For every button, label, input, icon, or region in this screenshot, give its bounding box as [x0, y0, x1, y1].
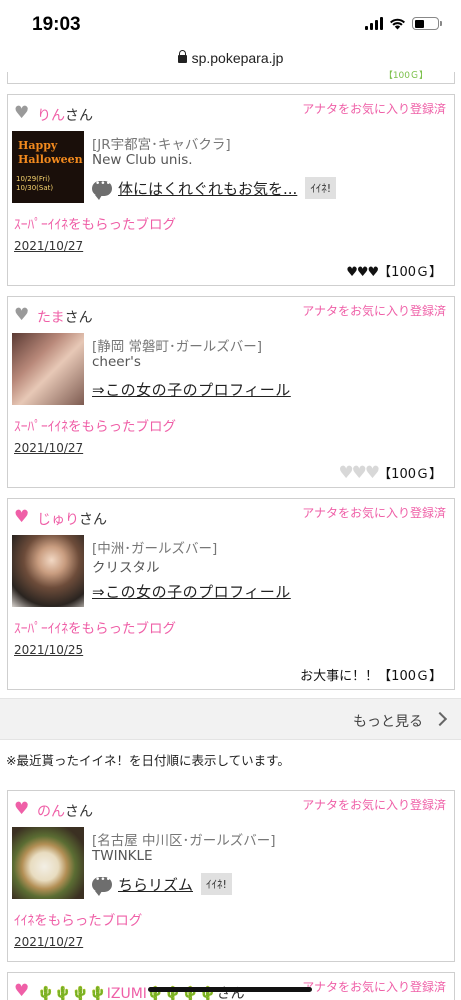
heart-icon: ♥: [14, 103, 30, 123]
blog-date[interactable]: 2021/10/27: [14, 441, 454, 459]
blog-date[interactable]: 2021/10/27: [14, 239, 454, 257]
store-area: [名古屋 中川区･ガールズバー]: [92, 833, 276, 849]
profile-link[interactable]: ⇒この女の子のプロフィール: [92, 379, 291, 400]
card-body: [静岡 常磐町･ガールズバー] cheer's ⇒この女の子のプロフィール: [8, 329, 454, 409]
battery-icon: [412, 17, 442, 30]
blog-link[interactable]: ｽｰﾊﾟｰｲｲﾈをもらったブログ: [14, 213, 454, 233]
action-line: ⇒この女の子のプロフィール: [92, 581, 291, 602]
more-button[interactable]: もっと見る: [0, 698, 461, 740]
store-area: [中洲･ガールズバー]: [92, 541, 218, 557]
blog-link[interactable]: ｽｰﾊﾟｰｲｲﾈをもらったブログ: [14, 617, 454, 637]
card-body: [名古屋 中川区･ガールズバー] TWINKLE ちらリズム ｲｲﾈ!: [8, 823, 454, 903]
footer-reward: ♥♥♥【100Ｇ】: [346, 261, 442, 280]
more-label[interactable]: もっと見る: [353, 711, 423, 731]
user-name[interactable]: りん: [37, 108, 65, 124]
card-header: ♥ りんさん アナタをお気に入り登録済: [8, 95, 454, 127]
cut-badge: 【100Ｇ】: [383, 71, 428, 81]
store-name: New Club unis.: [92, 152, 193, 168]
comment-link[interactable]: ちらリズム: [118, 874, 193, 895]
fav-status: アナタをお気に入り登録済: [302, 798, 446, 812]
user-link[interactable]: じゅりさん: [37, 509, 107, 529]
card-body: [中洲･ガールズバー] クリスタル ⇒この女の子のプロフィール: [8, 531, 454, 611]
user-name[interactable]: じゅり: [37, 512, 79, 528]
hearts-rating: ♥♥♥: [338, 463, 380, 483]
user-name[interactable]: たま: [37, 310, 65, 326]
user-suffix: さん: [64, 310, 93, 326]
card-header: ♥ たまさん アナタをお気に入り登録済: [8, 297, 454, 329]
user-name[interactable]: IZUMI: [107, 986, 147, 1000]
user-suffix: さん: [65, 108, 93, 124]
profile-link[interactable]: ⇒この女の子のプロフィール: [92, 581, 291, 602]
lock-icon: [177, 50, 187, 63]
action-line: 体にはくれぐれもお気を... ｲｲﾈ!: [92, 177, 337, 200]
footer-amount: 【100Ｇ】: [378, 467, 442, 482]
iine-card: ♥ たまさん アナタをお気に入り登録済 [静岡 常磐町･ガールズバー] chee…: [7, 296, 455, 488]
user-link[interactable]: のんさん: [37, 801, 93, 821]
card-header: ♥ じゅりさん アナタをお気に入り登録済: [8, 499, 454, 531]
fav-status: アナタをお気に入り登録済: [302, 304, 446, 318]
comment-bubble-icon: [92, 179, 112, 200]
card-footer: お大事に！！【100Ｇ】: [8, 661, 454, 689]
user-suffix: さん: [65, 804, 93, 820]
cellular-signal-icon: [365, 17, 383, 30]
user-link[interactable]: たまさん: [37, 307, 93, 327]
card-footer: ♥♥♥【100Ｇ】: [8, 257, 454, 285]
feed: 【100Ｇ】 ♥ りんさん アナタをお気に入り登録済 Happy Hallowe…: [0, 71, 461, 1000]
status-icons: [365, 17, 442, 30]
thumbnail-image[interactable]: [12, 333, 84, 405]
iine-card: ♥ りんさん アナタをお気に入り登録済 Happy Halloween 10/2…: [7, 94, 455, 286]
footer-message: お大事に！！: [300, 669, 379, 684]
heart-icon: ♥: [14, 305, 30, 325]
thumb-dates: 10/29(Fri) 10/30(Sat): [16, 175, 54, 192]
thumbnail-image[interactable]: [12, 827, 84, 899]
store-name: cheer's: [92, 354, 141, 370]
store-area: [静岡 常磐町･ガールズバー]: [92, 339, 263, 355]
user-name[interactable]: のん: [37, 804, 65, 820]
iine-card: ♥ 🌵🌵🌵🌵IZUMI🌵🌵🌵🌵さん アナタをお気に入り登録済: [7, 972, 455, 1000]
action-line: ちらリズム ｲｲﾈ!: [92, 873, 232, 896]
footer-amount: 【100Ｇ】: [378, 265, 442, 280]
status-time: 19:03: [32, 14, 81, 35]
fav-status: アナタをお気に入り登録済: [302, 506, 446, 520]
thumbnail-image[interactable]: [12, 535, 84, 607]
url-domain: sp.pokepara.jp: [191, 50, 284, 66]
iine-card: ♥ じゅりさん アナタをお気に入り登録済 [中洲･ガールズバー] クリスタル ⇒…: [7, 498, 455, 690]
blog-link[interactable]: ｽｰﾊﾟｰｲｲﾈをもらったブログ: [14, 415, 454, 435]
store-area: [JR宇都宮･キャバクラ]: [92, 137, 231, 153]
card-body: Happy Halloween 10/29(Fri) 10/30(Sat) [J…: [8, 127, 454, 207]
heart-icon: ♥: [14, 507, 30, 527]
store-name: TWINKLE: [92, 848, 153, 864]
store-name: クリスタル: [92, 560, 160, 576]
comment-bubble-icon: [92, 875, 112, 896]
cactus-emoji: 🌵🌵🌵🌵: [37, 986, 107, 1000]
iine-badge: ｲｲﾈ!: [305, 177, 337, 199]
action-line: ⇒この女の子のプロフィール: [92, 379, 291, 400]
card-cut-top: 【100Ｇ】: [7, 71, 455, 84]
footer-amount: 【100Ｇ】: [378, 669, 442, 684]
wifi-icon: [390, 18, 405, 30]
iine-badge: ｲｲﾈ!: [201, 873, 232, 895]
home-indicator[interactable]: [148, 987, 312, 992]
thumbnail-image[interactable]: Happy Halloween 10/29(Fri) 10/30(Sat): [12, 131, 84, 203]
blog-link[interactable]: ｲｲﾈをもらったブログ: [14, 909, 454, 929]
heart-icon: ♥: [14, 799, 30, 819]
footer-reward: お大事に！！【100Ｇ】: [300, 665, 442, 684]
user-link[interactable]: りんさん: [37, 105, 93, 125]
thumb-title: Happy Halloween: [18, 139, 83, 166]
card-header: ♥ のんさん アナタをお気に入り登録済: [8, 791, 454, 823]
chevron-right-icon: [432, 711, 448, 727]
sort-note: ※最近貰ったイイネ！を日付順に表示しています。: [0, 740, 461, 790]
comment-link[interactable]: 体にはくれぐれもお気を...: [118, 178, 297, 199]
blog-date[interactable]: 2021/10/27: [14, 935, 454, 953]
blog-date[interactable]: 2021/10/25: [14, 643, 454, 661]
fav-status: アナタをお気に入り登録済: [302, 980, 446, 994]
hearts-rating: ♥♥♥: [346, 265, 379, 280]
heart-icon: ♥: [14, 981, 30, 1000]
footer-reward: ♥♥♥【100Ｇ】: [338, 463, 442, 483]
status-bar: 19:03: [0, 0, 461, 48]
user-suffix: さん: [79, 512, 107, 528]
card-footer: ♥♥♥【100Ｇ】: [8, 459, 454, 487]
iine-card: ♥ のんさん アナタをお気に入り登録済 [名古屋 中川区･ガールズバー] TWI…: [7, 790, 455, 962]
fav-status: アナタをお気に入り登録済: [302, 102, 446, 116]
